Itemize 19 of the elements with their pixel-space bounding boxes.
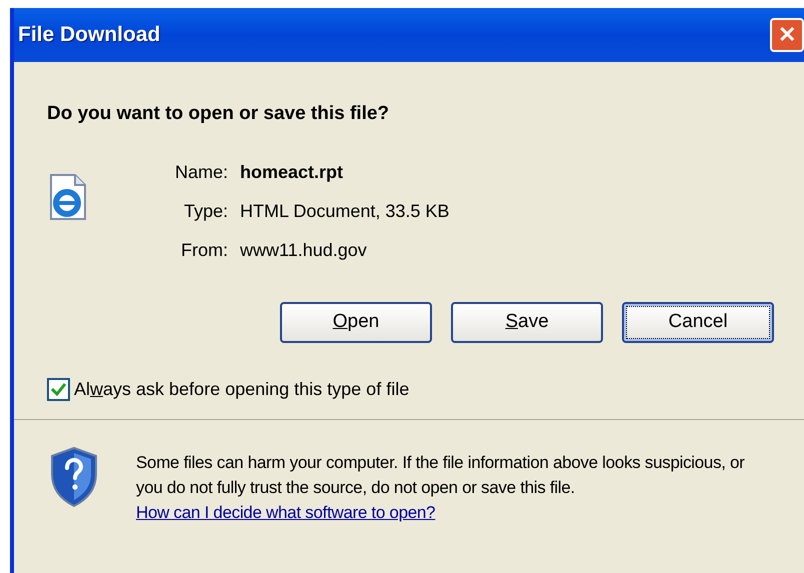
shield-icon (48, 446, 100, 508)
field-label: Name: (175, 160, 228, 184)
window-title: File Download (18, 22, 160, 48)
field-value: homeact.rpt (240, 160, 344, 184)
checkbox-label[interactable]: Always ask before opening this type of file (74, 376, 410, 402)
dialog-button[interactable]: Cancel (622, 302, 774, 342)
question-text: Do you want to open or save this file? (47, 102, 390, 126)
document-icon (47, 172, 89, 220)
checkbox[interactable] (47, 378, 70, 400)
check-icon (51, 382, 66, 396)
help-link[interactable]: How can I decide what software to open? (136, 502, 436, 522)
dialog-button[interactable]: Save (451, 302, 603, 342)
dialog-button[interactable]: Open (280, 302, 432, 342)
close-button[interactable]: ✕ (770, 18, 804, 52)
field-value: www11.hud.gov (240, 238, 368, 262)
field-value: HTML Document, 33.5 KB (240, 200, 450, 222)
field-label: Type: (182, 200, 228, 223)
field-label: From: (180, 238, 228, 262)
warning-text: Some files can harm your computer. If the file information above looks suspicious, or you do not fully trust the source, do not open or save this file. How can I decide what software to open? (136, 452, 746, 524)
